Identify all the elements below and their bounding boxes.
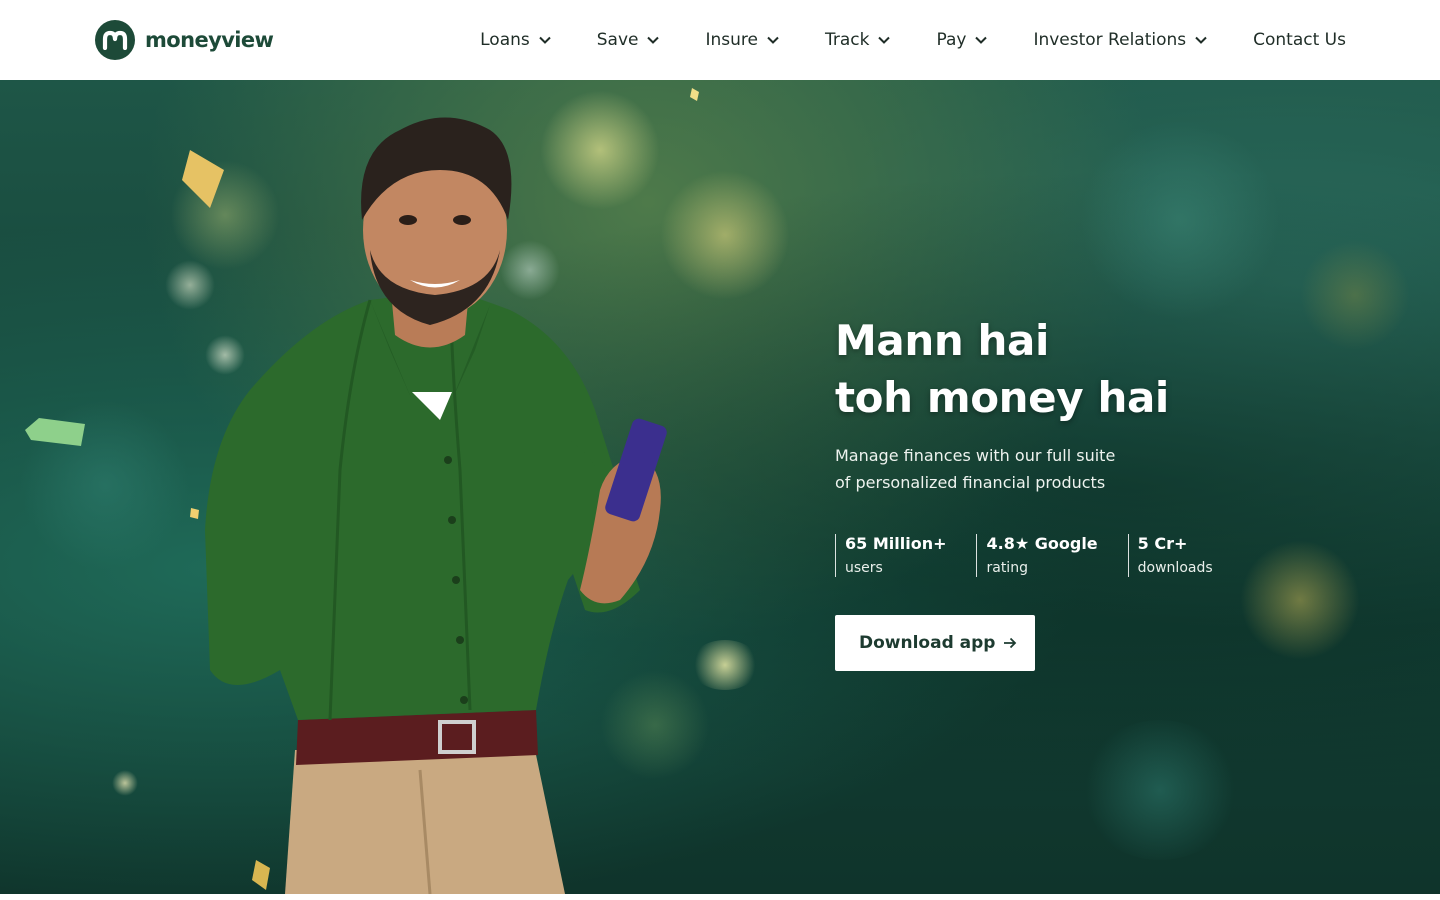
site-header: moneyview Loans Save Insure Track Pay In… <box>0 0 1440 80</box>
confetti-piece <box>690 88 699 101</box>
confetti-piece <box>25 418 85 446</box>
hero-stats: 65 Million+ users 4.8★ Google rating 5 C… <box>835 534 1255 577</box>
stat-downloads: 5 Cr+ downloads <box>1127 534 1213 577</box>
nav-item-pay[interactable]: Pay <box>936 30 988 50</box>
stat-rating: 4.8★ Google rating <box>976 534 1098 577</box>
hero-banner: Mann hai toh money hai Manage finances w… <box>0 80 1440 894</box>
nav-item-save[interactable]: Save <box>597 30 660 50</box>
hero-subtitle: Manage finances with our full suite of p… <box>835 446 1116 492</box>
download-app-button[interactable]: Download app <box>835 615 1035 671</box>
chevron-down-icon <box>1195 36 1207 44</box>
hero-title: Mann hai toh money hai <box>835 312 1255 426</box>
bokeh-light <box>1240 540 1360 660</box>
nav-item-label: Loans <box>480 30 530 50</box>
main-nav: Loans Save Insure Track Pay Investor Rel… <box>480 30 1346 50</box>
logo-mark-icon <box>95 20 135 60</box>
hero-content: Mann hai toh money hai Manage finances w… <box>835 312 1255 671</box>
nav-item-label: Save <box>596 30 639 50</box>
bokeh-light <box>1080 720 1240 860</box>
chevron-down-icon <box>647 36 660 44</box>
stat-label: users <box>845 560 883 576</box>
chevron-down-icon <box>539 36 551 44</box>
nav-item-track[interactable]: Track <box>824 30 891 50</box>
hero-person-image <box>205 117 667 894</box>
nav-item-label: Contact Us <box>1253 30 1346 50</box>
nav-item-contact-us[interactable]: Contact Us <box>1253 30 1346 50</box>
bokeh-light <box>112 770 138 796</box>
nav-item-loans[interactable]: Loans <box>480 30 551 50</box>
nav-item-label: Investor Relations <box>1033 30 1187 50</box>
nav-item-insure[interactable]: Insure <box>705 30 779 50</box>
nav-item-label: Insure <box>705 30 758 50</box>
bokeh-light <box>1300 240 1410 350</box>
bokeh-light <box>1080 120 1280 320</box>
download-app-label: Download app <box>859 633 996 653</box>
hero-title-line-1: Mann hai <box>835 316 1049 365</box>
chevron-down-icon <box>767 36 779 44</box>
nav-item-label: Track <box>824 30 870 50</box>
stat-value: 4.8★ Google <box>986 534 1098 553</box>
arrow-right-icon <box>1004 637 1017 649</box>
chevron-down-icon <box>878 36 891 44</box>
nav-item-investor-relations[interactable]: Investor Relations <box>1033 30 1207 50</box>
chevron-down-icon <box>975 36 988 44</box>
bokeh-light <box>690 640 760 690</box>
logo-text: moneyview <box>145 28 274 52</box>
stat-label: downloads <box>1137 560 1213 576</box>
stat-value: 5 Cr+ <box>1137 534 1188 553</box>
stat-users: 65 Million+ users <box>835 534 946 577</box>
stat-value: 65 Million+ <box>845 534 947 553</box>
stat-label: rating <box>986 560 1028 576</box>
hero-title-line-2: toh money hai <box>835 373 1169 422</box>
nav-item-label: Pay <box>936 30 967 50</box>
moneyview-logo[interactable]: moneyview <box>95 20 274 60</box>
